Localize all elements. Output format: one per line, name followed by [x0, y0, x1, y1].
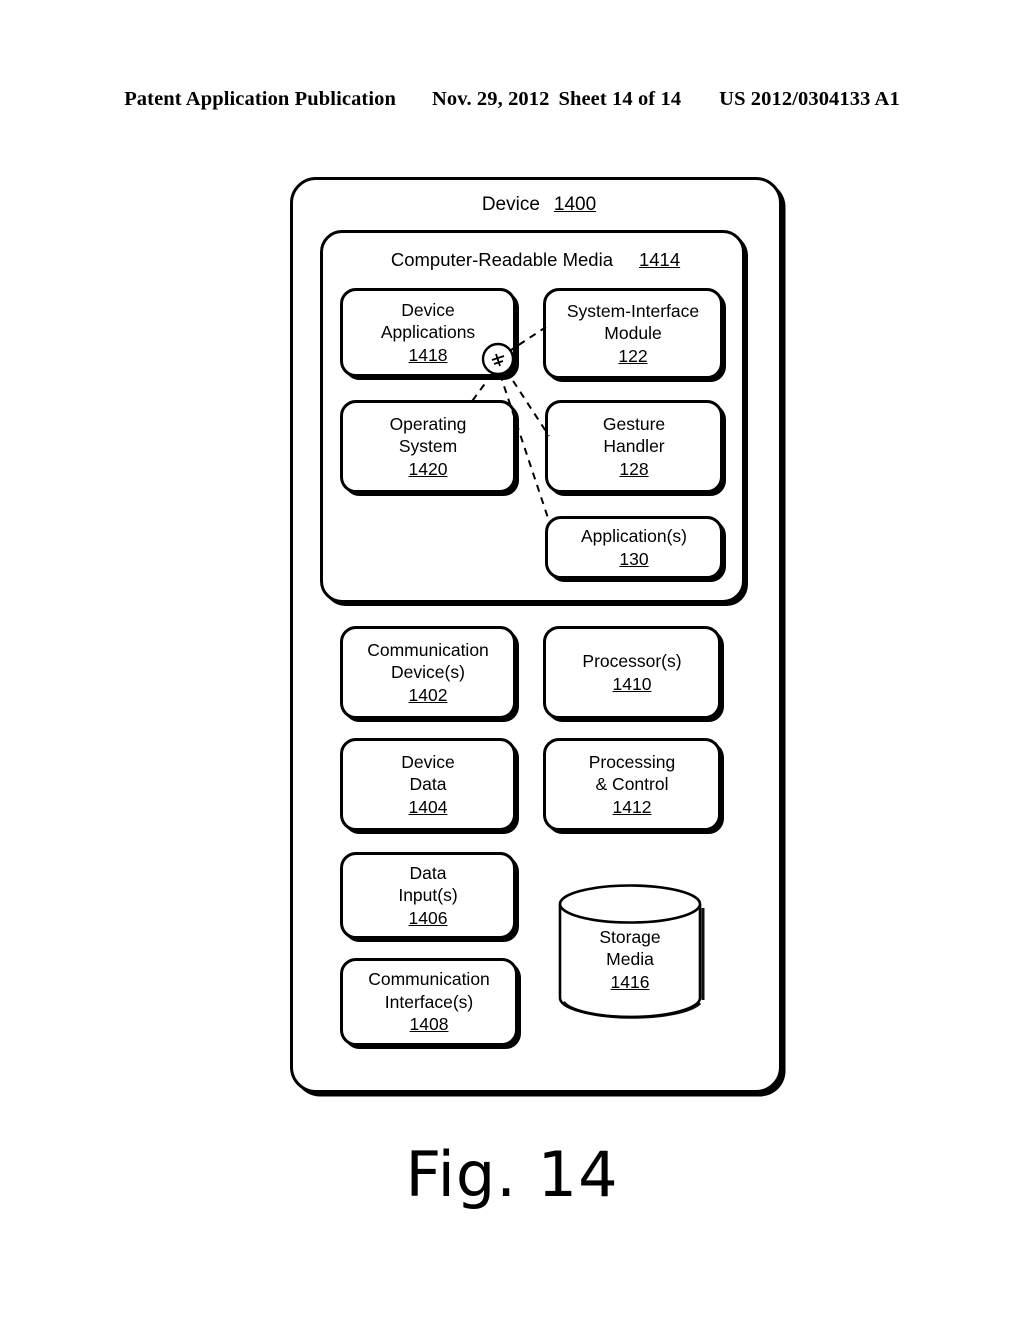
module-line-2: Media	[606, 949, 654, 970]
module-communication-devices: Communication Device(s) 1402	[340, 626, 516, 719]
computer-readable-media-title: Computer-Readable Media 1414	[323, 249, 748, 271]
computer-readable-media-reference-numeral: 1414	[638, 249, 681, 270]
module-processors: Processor(s) 1410	[543, 626, 721, 719]
module-processing-and-control: Processing & Control 1412	[543, 738, 721, 831]
module-communication-interfaces: Communication Interface(s) 1408	[340, 958, 518, 1046]
module-system-interface-module: System-Interface Module 122	[543, 288, 723, 379]
module-reference-numeral: 128	[619, 458, 649, 479]
module-line-2: Interface(s)	[384, 991, 474, 1012]
module-reference-numeral: 1418	[408, 344, 448, 365]
module-line-1: Device	[401, 299, 455, 320]
module-reference-numeral: 1404	[408, 796, 448, 817]
module-line-1: Processing	[588, 751, 676, 772]
module-reference-numeral: 1410	[612, 673, 652, 694]
module-reference-numeral: 1416	[610, 971, 650, 992]
module-line-1: Operating	[389, 413, 467, 434]
storage-media-label: Storage Media 1416	[558, 926, 702, 993]
module-line-2: & Control	[595, 774, 669, 795]
module-reference-numeral: 130	[619, 548, 649, 569]
module-line-1: Gesture	[602, 413, 666, 434]
module-line-1: Application(s)	[580, 526, 688, 547]
module-operating-system: Operating System 1420	[340, 400, 516, 493]
module-applications: Application(s) 130	[545, 516, 723, 579]
figure-caption: Fig. 14	[405, 1138, 619, 1211]
device-title: Device 1400	[293, 194, 785, 216]
module-gesture-handler: Gesture Handler 128	[545, 400, 723, 493]
module-reference-numeral: 122	[618, 345, 648, 366]
module-line-2: Handler	[603, 436, 665, 457]
module-reference-numeral: 1412	[612, 796, 652, 817]
module-reference-numeral: 1406	[408, 907, 448, 928]
module-line-1: Data	[409, 862, 447, 883]
device-title-label: Device	[481, 194, 540, 215]
module-storage-media: Storage Media 1416	[558, 884, 705, 1019]
module-line-2: Device(s)	[391, 662, 465, 683]
module-line-1: Device	[401, 751, 455, 772]
patent-figure-14: Device 1400 Computer-Readable Media 1414 D…	[0, 0, 1024, 1320]
module-line-1: Communication	[368, 969, 490, 990]
module-line-2: System	[398, 436, 458, 457]
module-line-2: Data	[409, 774, 447, 795]
module-reference-numeral: 1402	[408, 684, 448, 705]
module-data-inputs: Data Input(s) 1406	[340, 852, 516, 939]
module-device-data: Device Data 1404	[340, 738, 516, 831]
module-reference-numeral: 1408	[409, 1014, 449, 1035]
module-device-applications: Device Applications 1418	[340, 288, 516, 377]
module-line-2: Input(s)	[398, 885, 458, 906]
device-reference-numeral: 1400	[553, 194, 597, 215]
module-line-2: Module	[604, 323, 662, 344]
computer-readable-media-label: Computer-Readable Media	[390, 249, 613, 270]
module-line-1: Processor(s)	[582, 651, 682, 672]
module-line-2: Applications	[380, 322, 476, 343]
module-reference-numeral: 1420	[408, 458, 448, 479]
module-line-1: Communication	[367, 639, 489, 660]
module-line-1: System-Interface	[566, 300, 700, 321]
module-line-1: Storage	[599, 927, 661, 947]
